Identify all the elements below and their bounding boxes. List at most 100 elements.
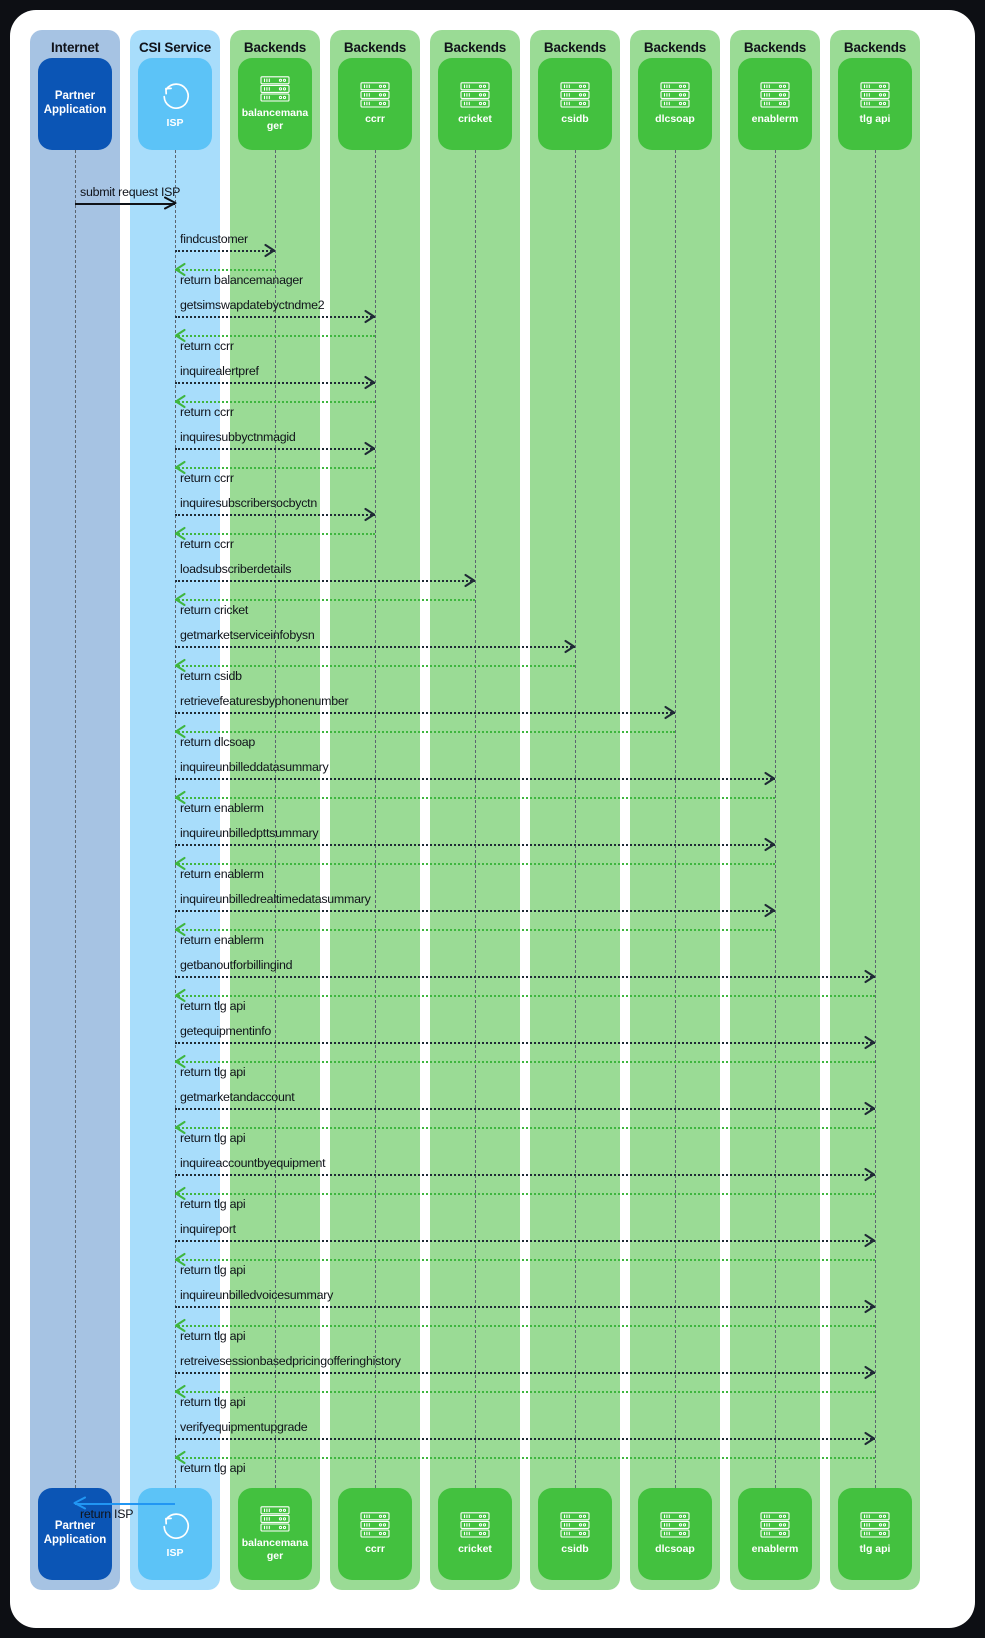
message-label: getmarketserviceinfobysn: [180, 628, 315, 642]
participant-foot-ISP[interactable]: ISP: [138, 1488, 212, 1580]
server-icon: [360, 82, 390, 108]
sequence-diagram: Internet Partner Application Partner Appli…: [10, 10, 975, 1628]
participant-label: cricket: [458, 113, 492, 126]
message-label: return tlg api: [180, 1263, 246, 1277]
arrowhead-right-icon: [663, 705, 677, 720]
lane-title: Backends: [843, 40, 907, 55]
message-line: [175, 467, 375, 469]
message-line: [175, 778, 775, 780]
message-label: submit request ISP: [80, 185, 181, 199]
participant-label: enablerm: [751, 113, 799, 126]
message-line: [175, 1193, 875, 1195]
participant-label: Partner Application: [43, 1520, 107, 1546]
arrowhead-right-icon: [763, 903, 777, 918]
message-label: return tlg api: [180, 1197, 246, 1211]
server-icon: [760, 1512, 790, 1538]
lifeline-dlcsoap: [675, 150, 676, 1488]
participant-head-dlcsoap[interactable]: dlcsoap: [638, 58, 712, 150]
participant-foot-cricket[interactable]: cricket: [438, 1488, 512, 1580]
participant-foot-enablerm[interactable]: enablerm: [738, 1488, 812, 1580]
message-line: [175, 1108, 875, 1110]
message-line: [175, 863, 775, 865]
message-label: return ISP: [80, 1507, 134, 1521]
message-line: [175, 976, 875, 978]
message-line: [175, 316, 375, 318]
message-label: return ccrr: [180, 471, 234, 485]
message-line: [175, 1391, 875, 1393]
participant-head-balancemanager[interactable]: balancemanager: [238, 58, 312, 150]
participant-label: tlg api: [859, 1543, 891, 1556]
participant-head-cricket[interactable]: cricket: [438, 58, 512, 150]
participant-label: csidb: [561, 1543, 589, 1556]
server-icon: [660, 1512, 690, 1538]
message-line: [175, 599, 475, 601]
lifeline-tlg-api: [875, 150, 876, 1488]
message-label: return enablerm: [180, 867, 264, 881]
message-line: [175, 1438, 875, 1440]
participant-label: enablerm: [751, 1543, 799, 1556]
message-label: getequipmentinfo: [180, 1024, 272, 1038]
participant-head-ccrr[interactable]: ccrr: [338, 58, 412, 150]
participant-foot-balancemanager[interactable]: balancemanager: [238, 1488, 312, 1580]
participant-foot-csidb[interactable]: csidb: [538, 1488, 612, 1580]
message-label: verifyequipmentupgrade: [180, 1420, 308, 1434]
participant-label: ccrr: [365, 1543, 385, 1556]
refresh-icon: [158, 1508, 192, 1542]
server-icon: [260, 76, 290, 102]
message-label: return tlg api: [180, 1065, 246, 1079]
message-line: [175, 382, 375, 384]
message-label: inquireunbilleddatasummary: [180, 760, 329, 774]
message-label: inquireunbilledrealtimedatasummary: [180, 892, 371, 906]
participant-head-enablerm[interactable]: enablerm: [738, 58, 812, 150]
arrowhead-right-icon: [763, 771, 777, 786]
lane-title: Backends: [543, 40, 607, 55]
message-line: [175, 1372, 875, 1374]
message-line: [175, 646, 575, 648]
message-line: [175, 665, 575, 667]
lane-title: Backends: [343, 40, 407, 55]
message-line: [175, 797, 775, 799]
arrowhead-right-icon: [863, 1299, 877, 1314]
message-label: getmarketandaccount: [180, 1090, 295, 1104]
message-line: [175, 1325, 875, 1327]
server-icon: [760, 82, 790, 108]
message-label: return tlg api: [180, 999, 246, 1013]
participant-label: ccrr: [365, 113, 385, 126]
message-line: [175, 533, 375, 535]
message-label: findcustomer: [180, 232, 248, 246]
participant-head-tlg-api[interactable]: tlg api: [838, 58, 912, 150]
message-line: [175, 401, 375, 403]
lifeline-Partner-Application: [75, 150, 76, 1488]
message-label: inquireunbilledpttsummary: [180, 826, 319, 840]
message-label: inquireaccountbyequipment: [180, 1156, 326, 1170]
lane-title: Backends: [743, 40, 807, 55]
arrowhead-right-icon: [363, 507, 377, 522]
message-line: [175, 1457, 875, 1459]
message-line: [175, 514, 375, 516]
arrowhead-right-icon: [863, 1431, 877, 1446]
participant-foot-ccrr[interactable]: ccrr: [338, 1488, 412, 1580]
participant-head-csidb[interactable]: csidb: [538, 58, 612, 150]
message-label: return balancemanager: [180, 273, 303, 287]
arrowhead-right-icon: [363, 375, 377, 390]
lane-title: Backends: [643, 40, 707, 55]
arrowhead-right-icon: [363, 441, 377, 456]
message-label: return cricket: [180, 603, 249, 617]
message-line: [175, 731, 675, 733]
participant-head-ISP[interactable]: ISP: [138, 58, 212, 150]
message-label: return enablerm: [180, 801, 264, 815]
participant-label: balancemanager: [241, 1537, 309, 1562]
participant-foot-tlg-api[interactable]: tlg api: [838, 1488, 912, 1580]
message-label: inquirealertpref: [180, 364, 259, 378]
arrowhead-right-icon: [363, 309, 377, 324]
message-label: retreivesessionbasedpricingofferinghisto…: [180, 1354, 401, 1368]
lifeline-ccrr: [375, 150, 376, 1488]
message-label: getsimswapdatebyctndme2: [180, 298, 325, 312]
message-label: retrievefeaturesbyphonenumber: [180, 694, 349, 708]
message-line: [175, 1127, 875, 1129]
server-icon: [460, 1512, 490, 1538]
participant-foot-dlcsoap[interactable]: dlcsoap: [638, 1488, 712, 1580]
message-line: [175, 844, 775, 846]
participant-head-Partner-Application[interactable]: Partner Application: [38, 58, 112, 150]
participant-label: cricket: [458, 1543, 492, 1556]
